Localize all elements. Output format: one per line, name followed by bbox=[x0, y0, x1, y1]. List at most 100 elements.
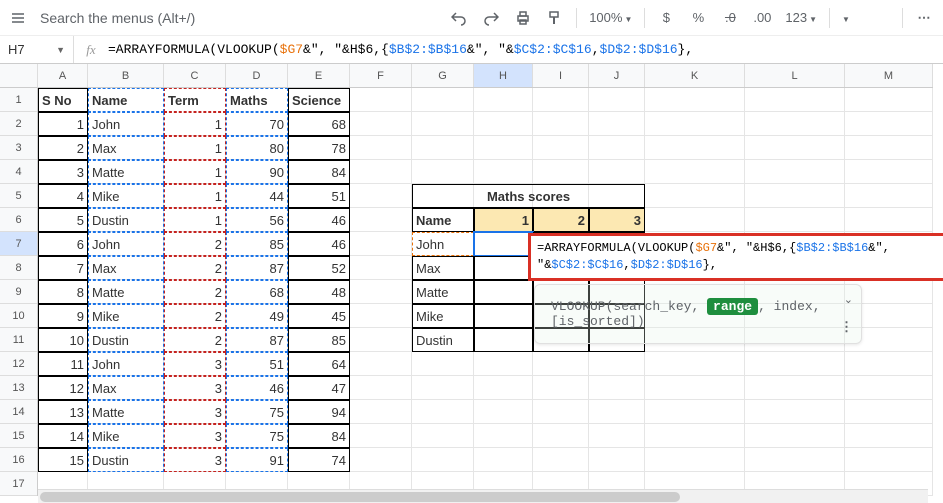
grid-body[interactable]: // draw empty grid background with 17 ro… bbox=[38, 88, 943, 496]
paint-format-button[interactable] bbox=[540, 3, 570, 33]
table-cell[interactable]: 46 bbox=[288, 232, 350, 256]
row-header[interactable]: 3 bbox=[0, 136, 37, 160]
table-cell[interactable]: 45 bbox=[288, 304, 350, 328]
table-cell[interactable]: 46 bbox=[288, 208, 350, 232]
row-header[interactable]: 10 bbox=[0, 304, 37, 328]
table-cell[interactable]: 2 bbox=[164, 304, 226, 328]
lookup-term[interactable]: 2 bbox=[533, 208, 589, 232]
zoom-dropdown[interactable]: 100%▼ bbox=[583, 10, 638, 25]
table-cell[interactable]: 12 bbox=[38, 376, 88, 400]
table-cell[interactable]: 1 bbox=[164, 184, 226, 208]
lookup-name[interactable]: Mike bbox=[412, 304, 474, 328]
cell[interactable] bbox=[474, 256, 533, 280]
table-cell[interactable]: 51 bbox=[288, 184, 350, 208]
lookup-name[interactable]: John bbox=[412, 232, 474, 256]
table-cell[interactable]: 74 bbox=[288, 448, 350, 472]
table-cell[interactable]: 8 bbox=[38, 280, 88, 304]
table-cell[interactable]: Mike bbox=[88, 424, 164, 448]
table-cell[interactable]: 3 bbox=[164, 352, 226, 376]
col-header[interactable]: L bbox=[745, 64, 845, 87]
table-cell[interactable]: 3 bbox=[164, 400, 226, 424]
table-cell[interactable]: Max bbox=[88, 136, 164, 160]
table-cell[interactable]: 2 bbox=[38, 136, 88, 160]
row-header[interactable]: 2 bbox=[0, 112, 37, 136]
table-header[interactable]: Term bbox=[164, 88, 226, 112]
font-dropdown[interactable]: ▼ bbox=[836, 10, 896, 25]
table-cell[interactable]: Dustin bbox=[88, 208, 164, 232]
table-cell[interactable]: 64 bbox=[288, 352, 350, 376]
table-cell[interactable]: 10 bbox=[38, 328, 88, 352]
table-cell[interactable]: 3 bbox=[164, 424, 226, 448]
table-header[interactable]: Maths bbox=[226, 88, 288, 112]
table-cell[interactable]: 75 bbox=[226, 424, 288, 448]
col-header[interactable]: C bbox=[164, 64, 226, 87]
table-cell[interactable]: 1 bbox=[164, 112, 226, 136]
col-header[interactable]: K bbox=[645, 64, 745, 87]
row-header[interactable]: 7 bbox=[0, 232, 37, 256]
percent-button[interactable]: % bbox=[683, 3, 713, 33]
increase-decimal-button[interactable]: .00 bbox=[747, 3, 777, 33]
col-header[interactable]: E bbox=[288, 64, 350, 87]
table-cell[interactable]: 3 bbox=[38, 160, 88, 184]
table-cell[interactable]: 2 bbox=[164, 280, 226, 304]
lookup-name[interactable]: Max bbox=[412, 256, 474, 280]
table-cell[interactable]: 15 bbox=[38, 448, 88, 472]
table-cell[interactable]: 78 bbox=[288, 136, 350, 160]
table-cell[interactable]: 52 bbox=[288, 256, 350, 280]
collapse-hint-icon[interactable]: ⌄ bbox=[844, 293, 853, 306]
table-cell[interactable]: 3 bbox=[164, 376, 226, 400]
row-header[interactable]: 4 bbox=[0, 160, 37, 184]
name-box[interactable]: H7 ▼ bbox=[0, 36, 74, 63]
number-format-dropdown[interactable]: 123▼ bbox=[779, 10, 823, 25]
cell[interactable] bbox=[474, 280, 533, 304]
currency-button[interactable]: $ bbox=[651, 3, 681, 33]
row-header[interactable]: 8 bbox=[0, 256, 37, 280]
table-cell[interactable]: 87 bbox=[226, 328, 288, 352]
redo-button[interactable] bbox=[476, 3, 506, 33]
table-cell[interactable]: 84 bbox=[288, 424, 350, 448]
table-cell[interactable]: Matte bbox=[88, 400, 164, 424]
table-cell[interactable]: 75 bbox=[226, 400, 288, 424]
col-header[interactable]: G bbox=[412, 64, 474, 87]
table-cell[interactable]: 44 bbox=[226, 184, 288, 208]
table-cell[interactable]: 85 bbox=[288, 328, 350, 352]
row-header[interactable]: 1 bbox=[0, 88, 37, 112]
table-cell[interactable]: 68 bbox=[226, 280, 288, 304]
table-cell[interactable]: 7 bbox=[38, 256, 88, 280]
select-all-corner[interactable] bbox=[0, 64, 38, 88]
table-cell[interactable]: 51 bbox=[226, 352, 288, 376]
table-header[interactable]: Name bbox=[88, 88, 164, 112]
undo-button[interactable] bbox=[444, 3, 474, 33]
table-cell[interactable]: 49 bbox=[226, 304, 288, 328]
lookup-term[interactable]: 1 bbox=[474, 208, 533, 232]
table-cell[interactable]: Matte bbox=[88, 160, 164, 184]
table-cell[interactable]: Max bbox=[88, 376, 164, 400]
decrease-decimal-button[interactable]: .0 bbox=[715, 3, 745, 33]
table-cell[interactable]: 5 bbox=[38, 208, 88, 232]
table-cell[interactable]: 13 bbox=[38, 400, 88, 424]
col-header[interactable]: J bbox=[589, 64, 645, 87]
row-header[interactable]: 15 bbox=[0, 424, 37, 448]
table-cell[interactable]: 85 bbox=[226, 232, 288, 256]
col-header[interactable]: H bbox=[474, 64, 533, 87]
scrollbar-thumb[interactable] bbox=[40, 492, 680, 502]
table-cell[interactable]: 1 bbox=[164, 136, 226, 160]
hamburger-icon[interactable] bbox=[4, 4, 32, 32]
row-header[interactable]: 16 bbox=[0, 448, 37, 472]
row-header[interactable]: 12 bbox=[0, 352, 37, 376]
row-header[interactable]: 11 bbox=[0, 328, 37, 352]
table-header[interactable]: Science bbox=[288, 88, 350, 112]
table-cell[interactable]: 68 bbox=[288, 112, 350, 136]
table-cell[interactable]: Mike bbox=[88, 184, 164, 208]
table-cell[interactable]: 14 bbox=[38, 424, 88, 448]
col-header[interactable]: A bbox=[38, 64, 88, 87]
cell[interactable] bbox=[474, 304, 533, 328]
lookup-header[interactable]: Name bbox=[412, 208, 474, 232]
table-cell[interactable]: John bbox=[88, 352, 164, 376]
table-cell[interactable]: 2 bbox=[164, 232, 226, 256]
row-header[interactable]: 6 bbox=[0, 208, 37, 232]
col-header[interactable]: I bbox=[533, 64, 589, 87]
table-cell[interactable]: Dustin bbox=[88, 448, 164, 472]
table-cell[interactable]: 84 bbox=[288, 160, 350, 184]
table-cell[interactable]: 48 bbox=[288, 280, 350, 304]
